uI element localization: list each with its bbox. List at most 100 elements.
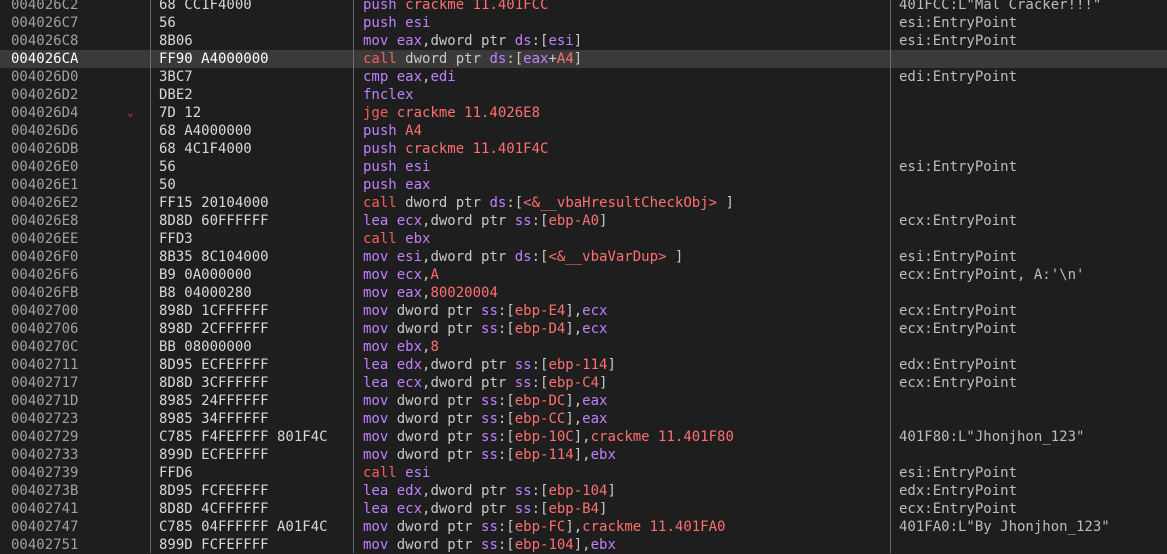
opcode-bytes-cell[interactable]: 8985 34FFFFFF — [159, 410, 355, 428]
instruction-cell[interactable]: mov dword ptr ss:[ebp-DC],eax — [363, 392, 893, 410]
address-cell[interactable]: 004026DB — [11, 140, 78, 158]
instruction-cell[interactable]: mov dword ptr ss:[ebp-E4],ecx — [363, 302, 893, 320]
instruction-row[interactable]: 00402717 8D8D 3CFFFFFF lea ecx,dword ptr s… — [0, 374, 1167, 392]
instruction-row[interactable]: 004026D0 3BC7 cmp eax,edi edi:EntryPoint — [0, 68, 1167, 86]
address-cell[interactable]: 0040271D — [11, 392, 78, 410]
instruction-cell[interactable]: push A4 — [363, 122, 893, 140]
instruction-cell[interactable]: mov dword ptr ss:[ebp-104],ebx — [363, 536, 893, 554]
address-cell[interactable]: 004026F0 — [11, 248, 78, 266]
opcode-bytes-cell[interactable]: 3BC7 — [159, 68, 355, 86]
instruction-row[interactable]: 00402711 8D95 ECFEFFFF lea edx,dword ptr s… — [0, 356, 1167, 374]
address-cell[interactable]: 004026D0 — [11, 68, 78, 86]
comment-cell[interactable]: esi:EntryPoint — [899, 158, 1167, 176]
address-cell[interactable]: 00402723 — [11, 410, 78, 428]
instruction-row[interactable]: 004026F6 B9 0A000000 mov ecx,A ecx:EntryPoi… — [0, 266, 1167, 284]
instruction-row[interactable]: 00402751 899D FCFEFFFF mov dword ptr ss:[e… — [0, 536, 1167, 554]
opcode-bytes-cell[interactable]: DBE2 — [159, 86, 355, 104]
instruction-cell[interactable]: mov dword ptr ss:[ebp-10C],crackme 11.40… — [363, 428, 893, 446]
address-cell[interactable]: 004026E2 — [11, 194, 78, 212]
instruction-row[interactable]: 00402700 898D 1CFFFFFF mov dword ptr ss:[e… — [0, 302, 1167, 320]
opcode-bytes-cell[interactable]: 8D8D 3CFFFFFF — [159, 374, 355, 392]
opcode-bytes-cell[interactable]: FF15 20104000 — [159, 194, 355, 212]
instruction-row[interactable]: 004026C7 56 push esi esi:EntryPoint — [0, 14, 1167, 32]
address-cell[interactable]: 0040270C — [11, 338, 78, 356]
address-cell[interactable]: 004026E8 — [11, 212, 78, 230]
opcode-bytes-cell[interactable]: 8D95 ECFEFFFF — [159, 356, 355, 374]
instruction-cell[interactable]: jge crackme 11.4026E8 — [363, 104, 893, 122]
address-cell[interactable]: 00402747 — [11, 518, 78, 536]
address-cell[interactable]: 004026E0 — [11, 158, 78, 176]
address-cell[interactable]: 00402751 — [11, 536, 78, 554]
instruction-cell[interactable]: mov esi,dword ptr ds:[<&__vbaVarDup> ] — [363, 248, 893, 266]
instruction-cell[interactable]: lea edx,dword ptr ss:[ebp-104] — [363, 482, 893, 500]
address-cell[interactable]: 00402729 — [11, 428, 78, 446]
opcode-bytes-cell[interactable]: 68 4C1F4000 — [159, 140, 355, 158]
instruction-row[interactable]: 004026DB 68 4C1F4000 push crackme 11.401F4… — [0, 140, 1167, 158]
opcode-bytes-cell[interactable]: 8985 24FFFFFF — [159, 392, 355, 410]
comment-cell[interactable]: esi:EntryPoint — [899, 32, 1167, 50]
instruction-cell[interactable]: mov dword ptr ss:[ebp-114],ebx — [363, 446, 893, 464]
selected-instruction-row[interactable]: 004026CA FF90 A4000000 call dword ptr ds:[… — [0, 50, 1167, 68]
instruction-cell[interactable]: mov ecx,A — [363, 266, 893, 284]
address-cell[interactable]: 00402711 — [11, 356, 78, 374]
address-cell[interactable]: 004026C8 — [11, 32, 78, 50]
instruction-row[interactable]: 0040270C BB 08000000 mov ebx,8 — [0, 338, 1167, 356]
comment-cell[interactable]: ecx:EntryPoint — [899, 320, 1167, 338]
opcode-bytes-cell[interactable]: 899D FCFEFFFF — [159, 536, 355, 554]
instruction-row[interactable]: 00402733 899D ECFEFFFF mov dword ptr ss:[e… — [0, 446, 1167, 464]
instruction-row[interactable]: 004026D2 DBE2 fnclex — [0, 86, 1167, 104]
comment-cell[interactable]: edi:EntryPoint — [899, 68, 1167, 86]
comment-cell[interactable]: esi:EntryPoint — [899, 248, 1167, 266]
instruction-cell[interactable]: call esi — [363, 464, 893, 482]
opcode-bytes-cell[interactable]: 68 CC1F4000 — [159, 0, 355, 14]
opcode-bytes-cell[interactable]: 8D8D 60FFFFFF — [159, 212, 355, 230]
instruction-row[interactable]: 004026C2 68 CC1F4000 push crackme 11.401FC… — [0, 0, 1167, 14]
instruction-cell[interactable]: mov ebx,8 — [363, 338, 893, 356]
instruction-row[interactable]: 004026F0 8B35 8C104000 mov esi,dword ptr d… — [0, 248, 1167, 266]
instruction-cell[interactable]: lea ecx,dword ptr ss:[ebp-C4] — [363, 374, 893, 392]
opcode-bytes-cell[interactable]: B8 04000280 — [159, 284, 355, 302]
instruction-cell[interactable]: call dword ptr ds:[eax+A4] — [363, 50, 893, 68]
instruction-cell[interactable]: push crackme 11.401FCC — [363, 0, 893, 14]
instruction-row[interactable]: 0040271D 8985 24FFFFFF mov dword ptr ss:[e… — [0, 392, 1167, 410]
address-cell[interactable]: 00402733 — [11, 446, 78, 464]
opcode-bytes-cell[interactable]: C785 04FFFFFF A01F4C — [159, 518, 355, 536]
opcode-bytes-cell[interactable]: FF90 A4000000 — [159, 50, 355, 68]
instruction-row[interactable]: 00402723 8985 34FFFFFF mov dword ptr ss:[e… — [0, 410, 1167, 428]
address-cell[interactable]: 00402706 — [11, 320, 78, 338]
address-cell[interactable]: 00402700 — [11, 302, 78, 320]
instruction-cell[interactable]: call dword ptr ds:[<&__vbaHresultCheckOb… — [363, 194, 893, 212]
opcode-bytes-cell[interactable]: 7D 12 — [159, 104, 355, 122]
comment-cell[interactable]: esi:EntryPoint — [899, 14, 1167, 32]
address-cell[interactable]: 004026FB — [11, 284, 78, 302]
opcode-bytes-cell[interactable]: 56 — [159, 14, 355, 32]
instruction-row[interactable]: 00402706 898D 2CFFFFFF mov dword ptr ss:[e… — [0, 320, 1167, 338]
address-cell[interactable]: 004026CA — [11, 50, 78, 68]
opcode-bytes-cell[interactable]: 899D ECFEFFFF — [159, 446, 355, 464]
comment-cell[interactable]: edx:EntryPoint — [899, 482, 1167, 500]
comment-cell[interactable]: 401FA0:L"By Jhonjhon_123" — [899, 518, 1167, 536]
instruction-row[interactable]: 00402741 8D8D 4CFFFFFF lea ecx,dword ptr s… — [0, 500, 1167, 518]
instruction-row[interactable]: 0040273B 8D95 FCFEFFFF lea edx,dword ptr s… — [0, 482, 1167, 500]
instruction-row[interactable]: 004026FB B8 04000280 mov eax,80020004 — [0, 284, 1167, 302]
instruction-row[interactable]: 004026EE FFD3 call ebx — [0, 230, 1167, 248]
comment-cell[interactable]: edx:EntryPoint — [899, 356, 1167, 374]
address-cell[interactable]: 004026E1 — [11, 176, 78, 194]
address-cell[interactable]: 004026D4 — [11, 104, 78, 122]
instruction-cell[interactable]: lea edx,dword ptr ss:[ebp-114] — [363, 356, 893, 374]
address-cell[interactable]: 00402739 — [11, 464, 78, 482]
instruction-cell[interactable]: fnclex — [363, 86, 893, 104]
opcode-bytes-cell[interactable]: 8D95 FCFEFFFF — [159, 482, 355, 500]
opcode-bytes-cell[interactable]: 68 A4000000 — [159, 122, 355, 140]
instruction-cell[interactable]: lea ecx,dword ptr ss:[ebp-A0] — [363, 212, 893, 230]
address-cell[interactable]: 004026C7 — [11, 14, 78, 32]
comment-cell[interactable]: ecx:EntryPoint — [899, 302, 1167, 320]
instruction-cell[interactable]: push esi — [363, 14, 893, 32]
comment-cell[interactable]: esi:EntryPoint — [899, 464, 1167, 482]
opcode-bytes-cell[interactable]: FFD3 — [159, 230, 355, 248]
comment-cell[interactable]: ecx:EntryPoint, A:'\n' — [899, 266, 1167, 284]
address-cell[interactable]: 0040273B — [11, 482, 78, 500]
instruction-row[interactable]: 00402729 C785 F4FEFFFF 801F4C mov dword pt… — [0, 428, 1167, 446]
instruction-row[interactable]: 004026E0 56 push esi esi:EntryPoint — [0, 158, 1167, 176]
address-cell[interactable]: 004026EE — [11, 230, 78, 248]
